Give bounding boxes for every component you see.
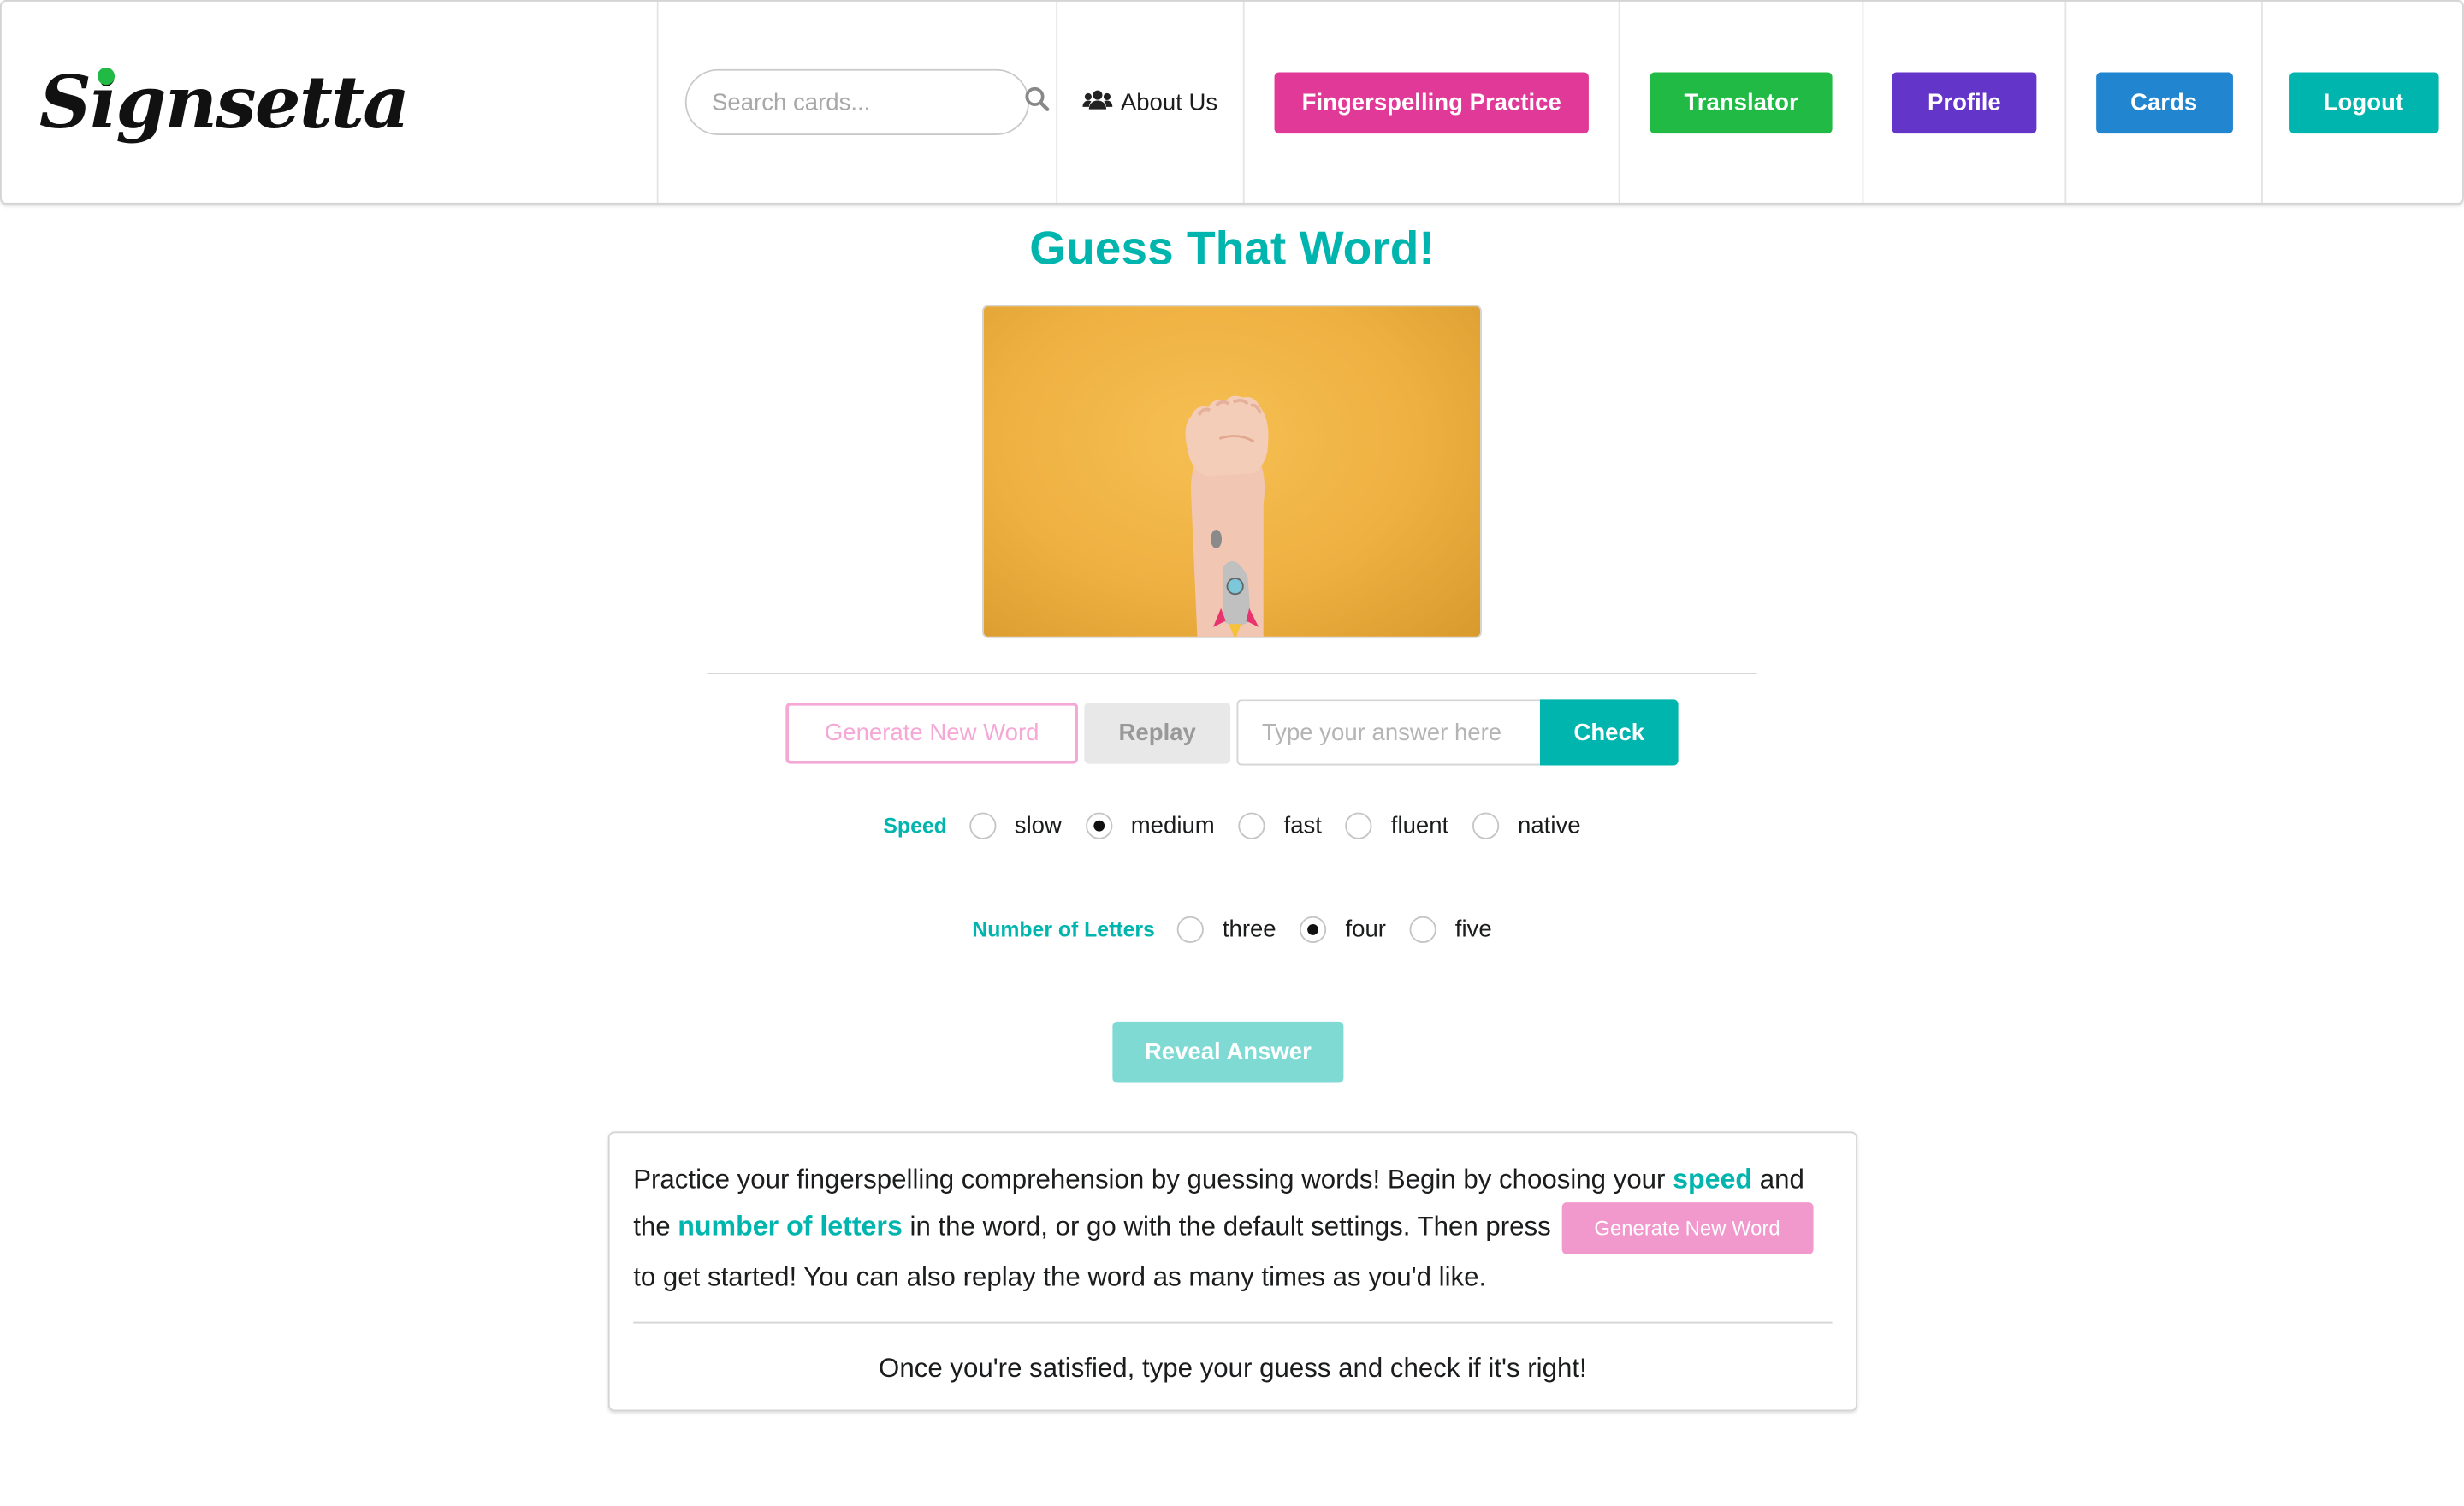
speed-option-label: medium [1130,812,1215,839]
signsetta-logo[interactable]: Signsetta [38,59,410,145]
radio-four[interactable] [1300,916,1327,944]
speed-highlight: speed [1673,1163,1753,1195]
speed-label: Speed [883,814,947,838]
instructions-part: in the word, or go with the default sett… [902,1212,1559,1242]
logo-cell[interactable]: Signsetta [2,1,659,203]
generate-new-word-button[interactable]: Generate New Word [785,702,1078,763]
letters-option-three[interactable]: three [1176,916,1276,944]
page-title: Guess That Word! [1029,222,1435,276]
speed-radio-group: Speed slow medium fast fluent native [0,812,2464,839]
letters-option-label: four [1345,916,1386,944]
radio-medium[interactable] [1085,812,1112,839]
radio-three[interactable] [1176,916,1204,944]
logo-dot [97,67,116,86]
instructions-panel: Practice your fingerspelling comprehensi… [607,1131,1857,1412]
speed-option-slow[interactable]: slow [968,812,1062,839]
nav-cell-translator: Translator [1620,1,1864,203]
replay-button[interactable]: Replay [1084,702,1231,763]
instructions-footer: Once you're satisfied, type your guess a… [879,1353,1587,1384]
letters-option-label: five [1454,916,1492,944]
section-divider [707,673,1757,674]
speed-option-label: native [1518,812,1581,839]
letters-option-label: three [1222,916,1276,944]
radio-fluent[interactable] [1345,812,1372,839]
logo-text: Signsetta [38,59,410,145]
logout-button[interactable]: Logout [2289,71,2438,133]
nav-cell-logout: Logout [2263,2,2464,203]
speed-option-label: slow [1014,812,1062,839]
radio-five[interactable] [1409,916,1436,944]
instructions-part: to get started! You can also replay the … [633,1261,1487,1292]
check-button[interactable]: Check [1539,699,1679,766]
reveal-answer-button[interactable]: Reveal Answer [1112,1021,1344,1083]
answer-group: Check [1236,699,1679,766]
search-cell [659,1,1058,203]
speed-option-label: fast [1283,812,1322,839]
radio-native[interactable] [1472,812,1499,839]
word-controls: Generate New Word Replay Check [785,699,1679,766]
search-icon[interactable] [1025,86,1050,118]
nav-cell-fingerspelling: Fingerspelling Practice [1245,1,1620,203]
speed-option-label: fluent [1390,812,1449,839]
fingerspelling-video [981,305,1483,638]
app-root: Signsetta About Us Fingerspelling Practi… [0,0,2464,1506]
translator-button[interactable]: Translator [1650,71,1833,133]
profile-button[interactable]: Profile [1892,71,2037,133]
cards-button[interactable]: Cards [2095,71,2233,133]
letters-option-four[interactable]: four [1300,916,1386,944]
number-of-letters-label: Number of Letters [972,917,1155,942]
letters-radio-group: Number of Letters three four five [0,916,2464,944]
top-menu: Signsetta About Us Fingerspelling Practi… [0,0,2464,205]
letters-option-five[interactable]: five [1409,916,1492,944]
radio-fast[interactable] [1238,812,1265,839]
fingerspelling-practice-button[interactable]: Fingerspelling Practice [1274,71,1589,133]
hand-sign-photo [1185,395,1269,637]
search-box[interactable] [684,68,1050,135]
speed-option-medium[interactable]: medium [1085,812,1215,839]
speed-option-fast[interactable]: fast [1238,812,1322,839]
speed-option-fluent[interactable]: fluent [1345,812,1449,839]
users-icon [1082,89,1113,116]
about-us-label: About Us [1120,88,1218,116]
speed-option-native[interactable]: native [1472,812,1581,839]
instructions-text: Practice your fingerspelling comprehensi… [633,1157,1832,1300]
instructions-part: Practice your fingerspelling comprehensi… [633,1164,1673,1195]
nav-cell-profile: Profile [1863,1,2067,203]
letters-highlight: number of letters [678,1210,903,1242]
inline-generate-button[interactable]: Generate New Word [1561,1202,1813,1254]
nav-about-us[interactable]: About Us [1057,1,1245,203]
answer-input[interactable] [1236,699,1540,766]
search-input[interactable] [712,88,1025,116]
nav-cell-cards: Cards [2066,1,2263,203]
radio-slow[interactable] [968,812,996,839]
instructions-divider [633,1321,1833,1324]
